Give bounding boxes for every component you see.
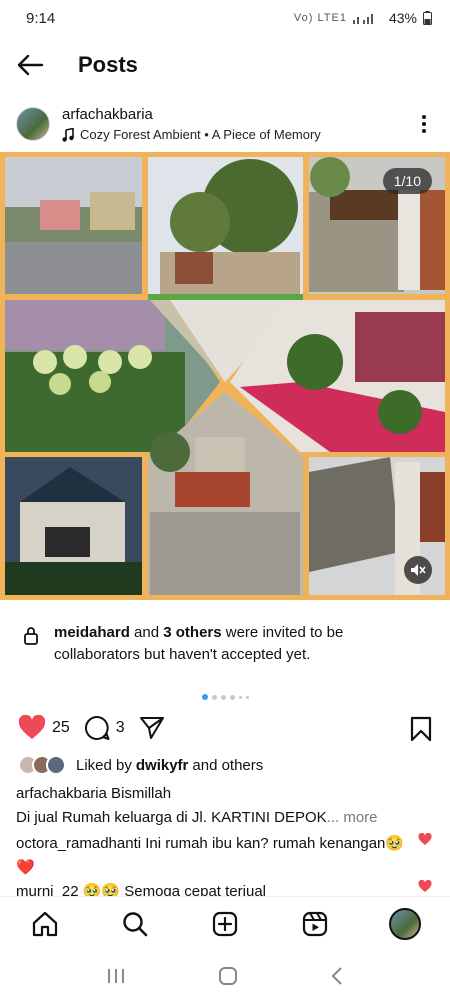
liked-prefix: Liked by	[76, 756, 132, 774]
caption-line2: Di jual Rumah keluarga di Jl. KARTINI DE…	[16, 809, 327, 826]
lock-icon	[24, 627, 38, 645]
caption-line-2: Di jual Rumah keluarga di Jl. KARTINI DE…	[16, 806, 436, 830]
battery-icon	[423, 11, 432, 25]
liked-user[interactable]: dwikyfr	[136, 757, 189, 774]
bookmark-icon	[410, 716, 432, 742]
nav-profile[interactable]	[385, 904, 425, 944]
page-title: Posts	[78, 52, 138, 77]
system-navigation	[0, 952, 450, 1000]
status-time: 9:14	[26, 9, 56, 27]
caption-text: Bismillah	[106, 785, 172, 802]
back-arrow-icon	[17, 54, 44, 76]
share-icon	[139, 717, 164, 739]
network-indicator: Vo) LTE1	[293, 12, 347, 24]
post-actions: 25 3	[0, 708, 450, 748]
caption-line-1: arfachakbaria Bismillah	[16, 782, 436, 806]
comment-heart-icon[interactable]	[418, 833, 432, 846]
mute-button[interactable]	[404, 556, 432, 584]
more-vert-icon	[422, 115, 426, 119]
more-vert-icon-dot	[422, 122, 426, 126]
comment-action[interactable]: 3	[84, 715, 125, 741]
post-meta: arfachakbaria Cozy Forest Ambient • A Pi…	[62, 106, 321, 142]
nav-reels[interactable]	[295, 904, 335, 944]
collaborator-text: meidahard and 3 others were invited to b…	[54, 622, 430, 666]
recents-icon[interactable]	[106, 967, 126, 985]
collaborator-notice: meidahard and 3 others were invited to b…	[0, 612, 450, 682]
caption-user[interactable]: arfachakbaria	[16, 785, 107, 802]
carousel-indicator	[0, 692, 450, 702]
liked-by[interactable]: Liked by dwikyfr and others	[18, 752, 263, 778]
comment-user[interactable]: murni_22	[16, 883, 79, 896]
collage-image	[0, 152, 450, 600]
carousel-counter: 1/10	[382, 168, 432, 194]
carousel-dot	[238, 695, 242, 699]
music-link[interactable]: Cozy Forest Ambient • A Piece of Memory	[62, 127, 321, 142]
comment-item: octora_ramadhanti Ini rumah ibu kan? rum…	[16, 832, 416, 880]
comment-heart-icon[interactable]	[418, 880, 432, 893]
carousel-dot	[229, 694, 235, 700]
battery-level: 43%	[388, 10, 417, 26]
mute-icon	[411, 564, 426, 576]
nav-search[interactable]	[115, 904, 155, 944]
reels-icon	[302, 911, 328, 936]
bottom-navigation	[0, 896, 450, 950]
carousel-dot-active	[201, 694, 208, 700]
nav-create[interactable]	[205, 904, 245, 944]
collab-and: and	[129, 624, 164, 641]
nav-home[interactable]	[25, 904, 65, 944]
author-avatar[interactable]	[16, 107, 50, 141]
comment-text: 🥹🥹 Semoga cepat terjual	[78, 883, 266, 896]
like-count[interactable]: 25	[52, 719, 70, 737]
author-username[interactable]: arfachakbaria	[62, 106, 321, 123]
collab-user[interactable]: meidahard	[54, 624, 130, 641]
liker-avatar	[46, 755, 66, 775]
app-header: Posts	[0, 38, 450, 92]
home-button-icon[interactable]	[218, 966, 238, 986]
heart-icon	[18, 715, 46, 739]
back-nav-icon[interactable]	[330, 966, 344, 986]
more-vert-icon-dot	[422, 129, 426, 133]
post-media-carousel[interactable]: 1/10	[0, 152, 450, 600]
signal-icon	[352, 14, 373, 24]
home-icon	[32, 911, 58, 936]
collab-others[interactable]: 3 others	[163, 624, 221, 641]
carousel-dot	[220, 694, 226, 700]
more-options-button[interactable]	[414, 112, 434, 136]
liked-suffix: and others	[192, 756, 264, 774]
comment-user[interactable]: octora_ramadhanti	[16, 835, 141, 852]
status-bar: 9:14 Vo) LTE1 43%	[0, 0, 450, 36]
music-label: Cozy Forest Ambient • A Piece of Memory	[80, 127, 321, 142]
like-action[interactable]: 25	[18, 715, 70, 741]
post-header: arfachakbaria Cozy Forest Ambient • A Pi…	[0, 100, 450, 148]
music-note-icon	[62, 127, 74, 142]
back-button[interactable]	[0, 38, 60, 92]
share-action[interactable]	[139, 716, 165, 740]
search-icon	[123, 911, 148, 936]
caption-more[interactable]: ... more	[327, 809, 378, 826]
carousel-dot	[245, 695, 249, 699]
save-button[interactable]	[410, 716, 432, 747]
carousel-dot	[211, 694, 217, 700]
add-icon	[212, 911, 238, 936]
comment-icon	[84, 715, 110, 740]
liker-avatars	[18, 755, 66, 775]
status-right: Vo) LTE1 43%	[294, 10, 432, 26]
comment-count[interactable]: 3	[116, 719, 125, 737]
comment-item: murni_22 🥹🥹 Semoga cepat terjual	[16, 880, 416, 896]
post-caption: arfachakbaria Bismillah Di jual Rumah ke…	[16, 782, 436, 830]
profile-avatar	[389, 907, 421, 940]
